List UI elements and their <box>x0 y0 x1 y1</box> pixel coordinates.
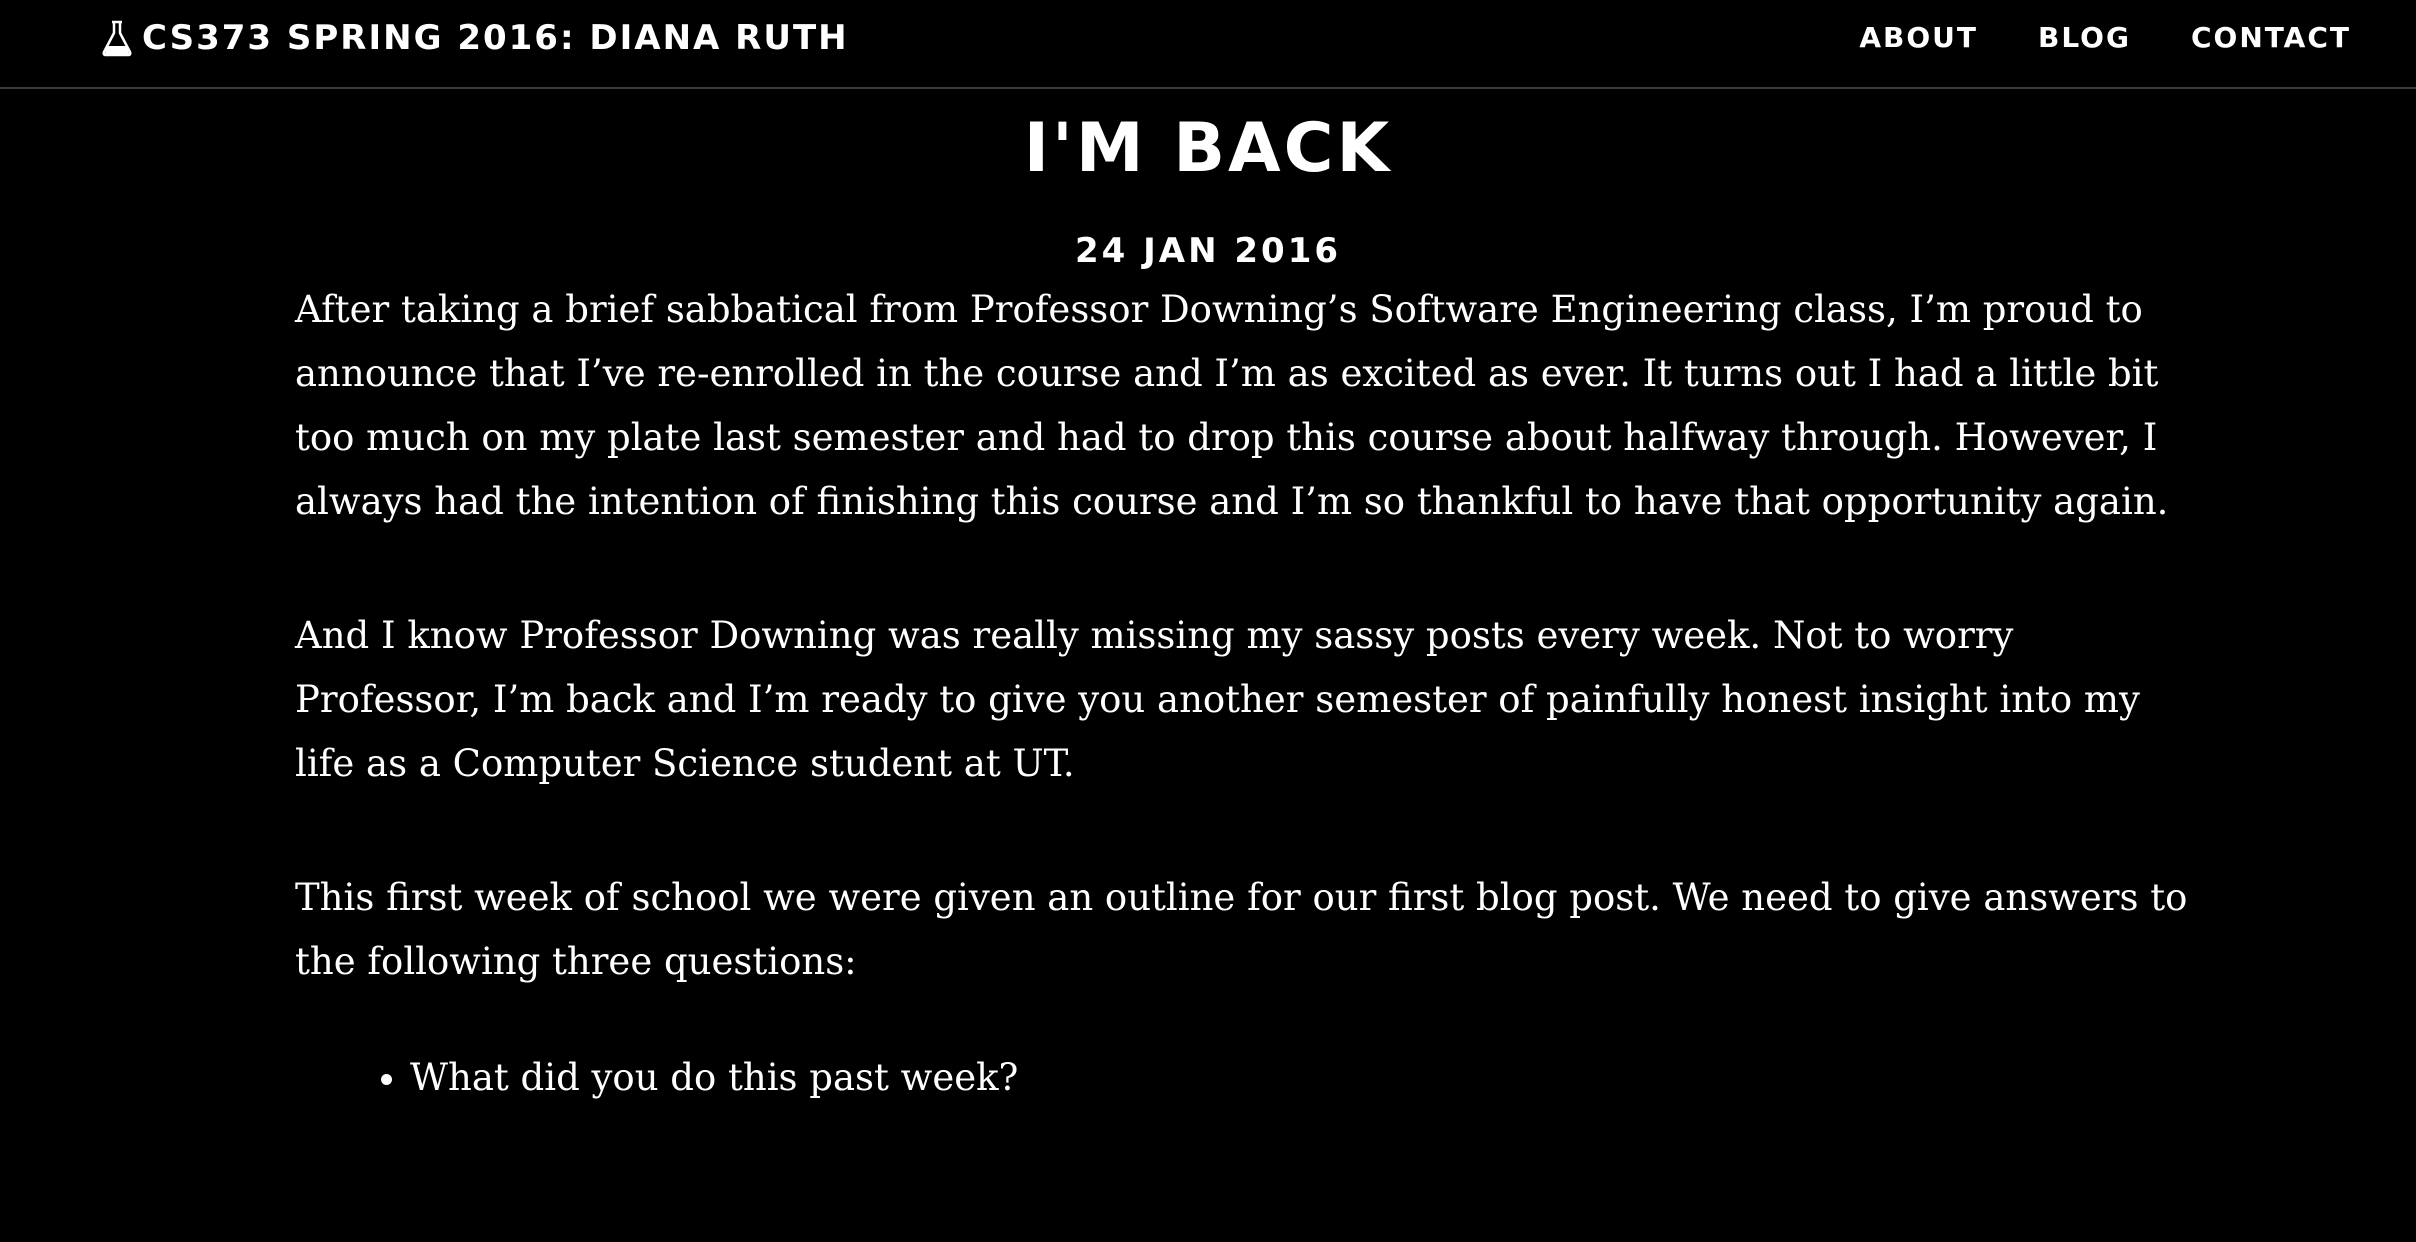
post-paragraph: After taking a brief sabbatical from Pro… <box>295 288 2169 523</box>
site-title: CS373 SPRING 2016: DIANA RUTH <box>142 18 849 58</box>
post-body: After taking a brief sabbatical from Pro… <box>295 278 2195 1110</box>
top-navbar: CS373 SPRING 2016: DIANA RUTH ABOUT BLOG… <box>0 0 2416 89</box>
question-item: What did you do this past week? <box>410 1046 2195 1110</box>
post-paragraph: And I know Professor Downing was really … <box>295 614 2140 785</box>
questions-list: What did you do this past week? <box>295 1046 2195 1110</box>
post-paragraph: This first week of school we were given … <box>295 876 2188 983</box>
nav-blog-link[interactable]: BLOG <box>2038 20 2131 56</box>
nav-about-link[interactable]: ABOUT <box>1859 20 1978 56</box>
main-nav: ABOUT BLOG CONTACT <box>1859 20 2351 56</box>
nav-contact-link[interactable]: CONTACT <box>2191 20 2351 56</box>
post-title: I'M BACK <box>1023 109 1393 188</box>
flask-icon <box>100 19 134 57</box>
post-date: 24 JAN 2016 <box>1074 231 1342 271</box>
site-brand-link[interactable]: CS373 SPRING 2016: DIANA RUTH <box>100 18 849 58</box>
blog-post: I'M BACK 24 JAN 2016 <box>0 89 2416 273</box>
